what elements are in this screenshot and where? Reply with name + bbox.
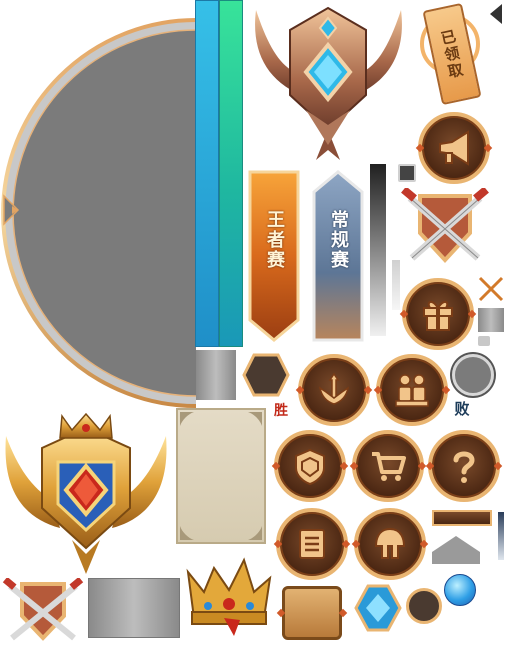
small-swords-shield-emblem	[2, 578, 84, 641]
back-arrow-icon[interactable]	[490, 4, 502, 24]
small-dark-square	[398, 164, 416, 182]
crossed-swords-shield-emblem	[401, 188, 489, 263]
cart-button[interactable]	[349, 430, 427, 502]
king-match-banner[interactable]: 王者赛	[248, 170, 300, 342]
shield-icon	[295, 448, 325, 486]
lose-tag: 败	[454, 400, 470, 418]
menu-list-icon	[299, 529, 325, 559]
gray-block	[196, 350, 236, 400]
regular-match-banner[interactable]: 常规赛	[312, 170, 364, 342]
small-brown-bar	[432, 510, 492, 526]
ranking-icon	[395, 374, 429, 407]
large-circle-frame	[1, 18, 196, 408]
small-crossed-swords-icon	[478, 276, 504, 302]
crown-icon	[186, 557, 272, 636]
gift-icon	[423, 301, 453, 331]
thin-blue-bar	[498, 512, 504, 560]
light-gradient-bar	[392, 260, 400, 310]
hexagon-slot	[242, 353, 290, 397]
gold-rank-emblem	[5, 412, 167, 574]
shield-button[interactable]	[271, 430, 349, 502]
gray-gradient-bar	[370, 164, 386, 336]
horn-button[interactable]	[415, 112, 493, 184]
round-slot	[452, 354, 494, 396]
win-tag: 胜	[274, 403, 288, 419]
claimed-stamp: 已领取	[420, 2, 482, 106]
round-dark-slot	[406, 588, 442, 624]
help-button[interactable]	[425, 430, 503, 502]
ui-sprite-atlas: 已领取 王者赛 常规赛 胜 败	[0, 0, 505, 647]
help-icon	[453, 451, 475, 483]
tiny-gray-block	[478, 336, 490, 346]
bronze-rank-emblem	[255, 6, 402, 160]
square-frame	[276, 586, 348, 640]
blue-orb-icon	[444, 574, 476, 606]
parchment-panel	[176, 408, 266, 544]
regular-match-label: 常规赛	[328, 210, 349, 270]
green-vertical-bar	[219, 0, 243, 347]
tournament-icon	[318, 372, 350, 405]
ranking-button[interactable]	[373, 354, 451, 426]
helmet-button[interactable]	[351, 508, 429, 580]
blue-gem-icon	[354, 584, 402, 632]
gift-button[interactable]	[399, 278, 477, 350]
tournament-button[interactable]	[295, 354, 373, 426]
cart-icon	[372, 452, 406, 481]
gray-panel	[88, 578, 180, 638]
menu-button[interactable]	[273, 508, 351, 580]
gray-triangle	[432, 536, 480, 564]
small-gray-block	[478, 308, 504, 332]
blue-vertical-bar	[195, 0, 219, 347]
claimed-stamp-label: 已领取	[437, 27, 466, 81]
king-match-label: 王者赛	[264, 210, 285, 270]
helmet-icon	[374, 527, 406, 559]
horn-icon	[439, 130, 469, 166]
